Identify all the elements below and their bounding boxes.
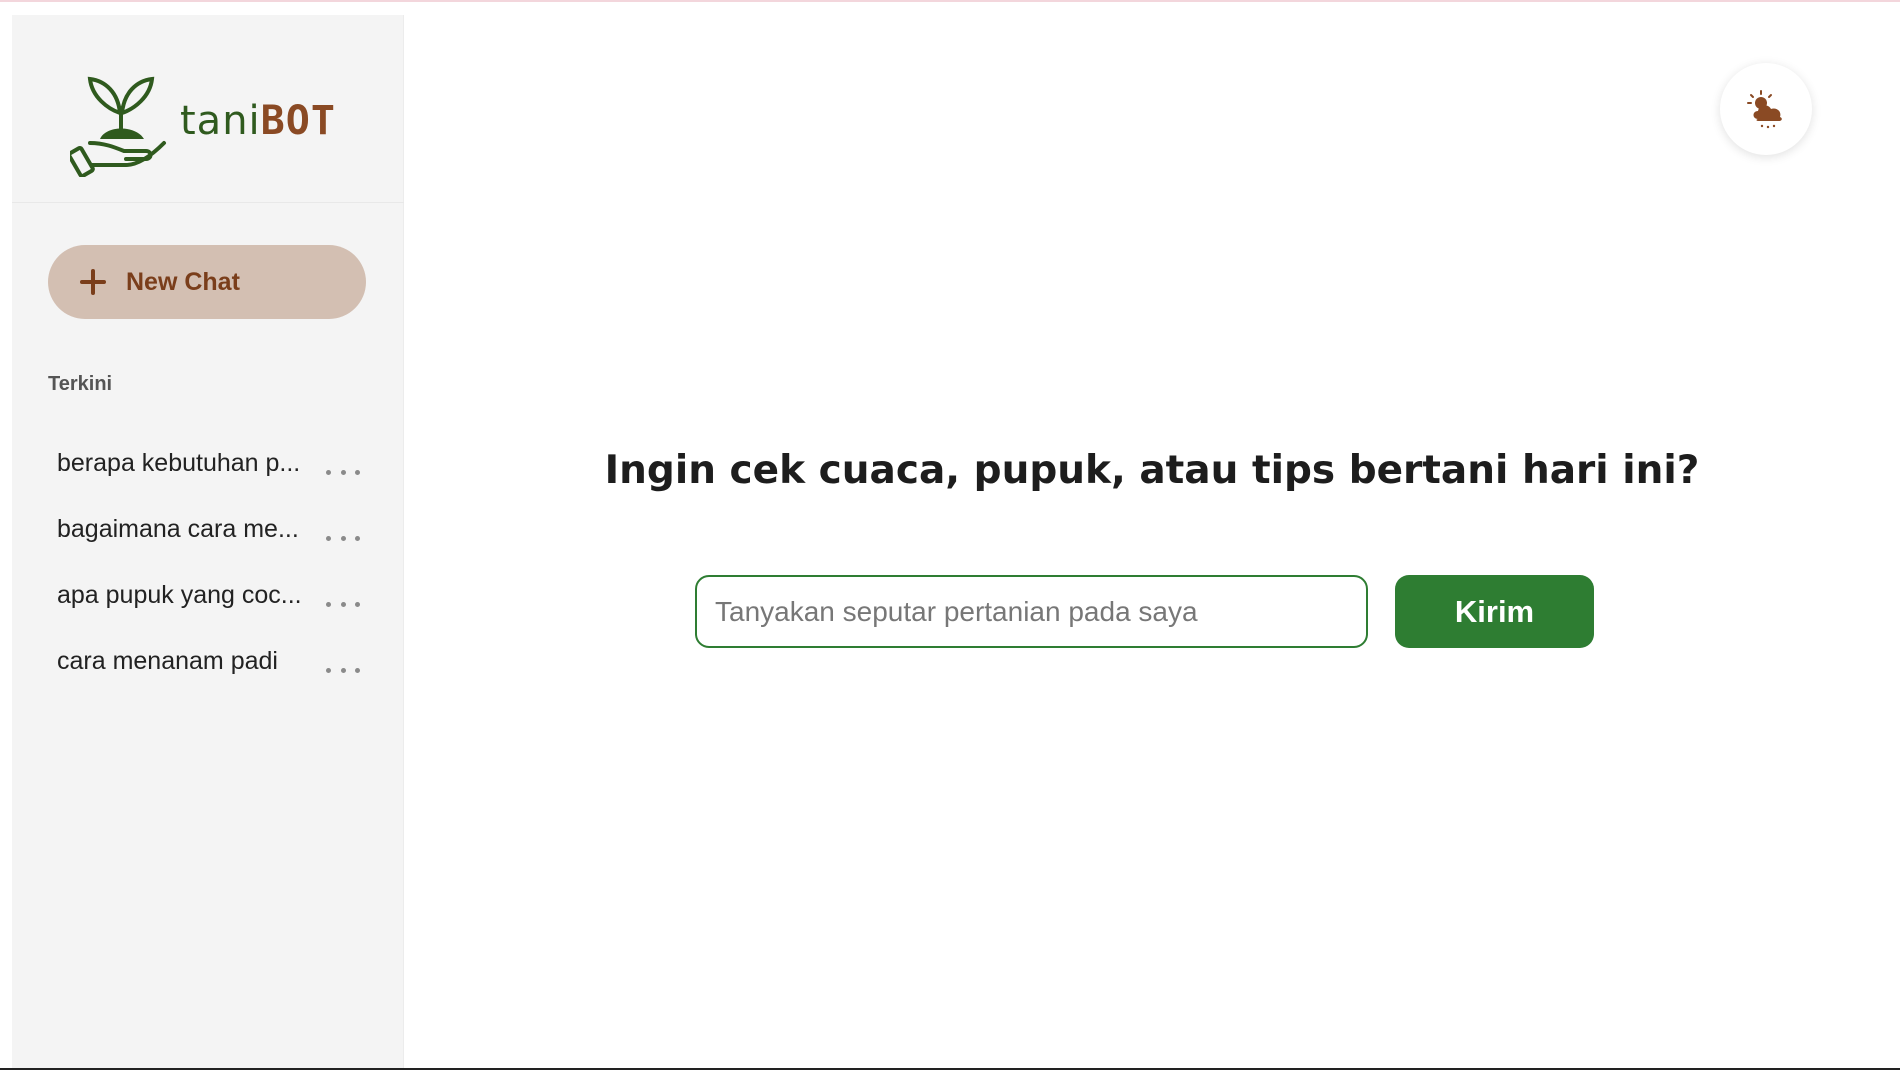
brand-name-part1: tani [180, 98, 261, 144]
history-item[interactable]: cara menanam padi [48, 633, 378, 699]
send-button[interactable]: Kirim [1395, 575, 1594, 648]
history-item[interactable]: bagaimana cara me... [48, 501, 378, 567]
sidebar: taniBOT New Chat Terkini berapa kebutuha… [12, 15, 404, 1070]
brand-header: taniBOT [12, 15, 404, 203]
history-item-label: bagaimana cara me... [57, 515, 299, 543]
history-item-label: cara menanam padi [57, 647, 278, 675]
chat-history-list: berapa kebutuhan p... bagaimana cara me.… [48, 435, 378, 699]
question-input[interactable] [695, 575, 1368, 648]
weather-button[interactable] [1720, 63, 1812, 155]
recent-section-label: Terkini [48, 373, 113, 395]
weather-sun-cloud-icon [1747, 90, 1782, 129]
plus-icon [80, 269, 106, 295]
page-headline: Ingin cek cuaca, pupuk, atau tips bertan… [604, 448, 1700, 493]
history-item-label: berapa kebutuhan p... [57, 449, 301, 477]
more-dots-icon[interactable] [326, 461, 360, 483]
more-dots-icon[interactable] [326, 527, 360, 549]
brand-logo-text: taniBOT [180, 91, 336, 151]
history-item[interactable]: apa pupuk yang coc... [48, 567, 378, 633]
plant-in-hand-icon [67, 73, 170, 179]
more-dots-icon[interactable] [326, 593, 360, 615]
history-item[interactable]: berapa kebutuhan p... [48, 435, 378, 501]
new-chat-label: New Chat [126, 267, 240, 296]
more-dots-icon[interactable] [326, 659, 360, 681]
history-item-label: apa pupuk yang coc... [57, 581, 302, 609]
new-chat-button[interactable]: New Chat [48, 245, 366, 319]
app: taniBOT New Chat Terkini berapa kebutuha… [0, 0, 1900, 1070]
brand-name-part2: BOT [260, 98, 336, 144]
